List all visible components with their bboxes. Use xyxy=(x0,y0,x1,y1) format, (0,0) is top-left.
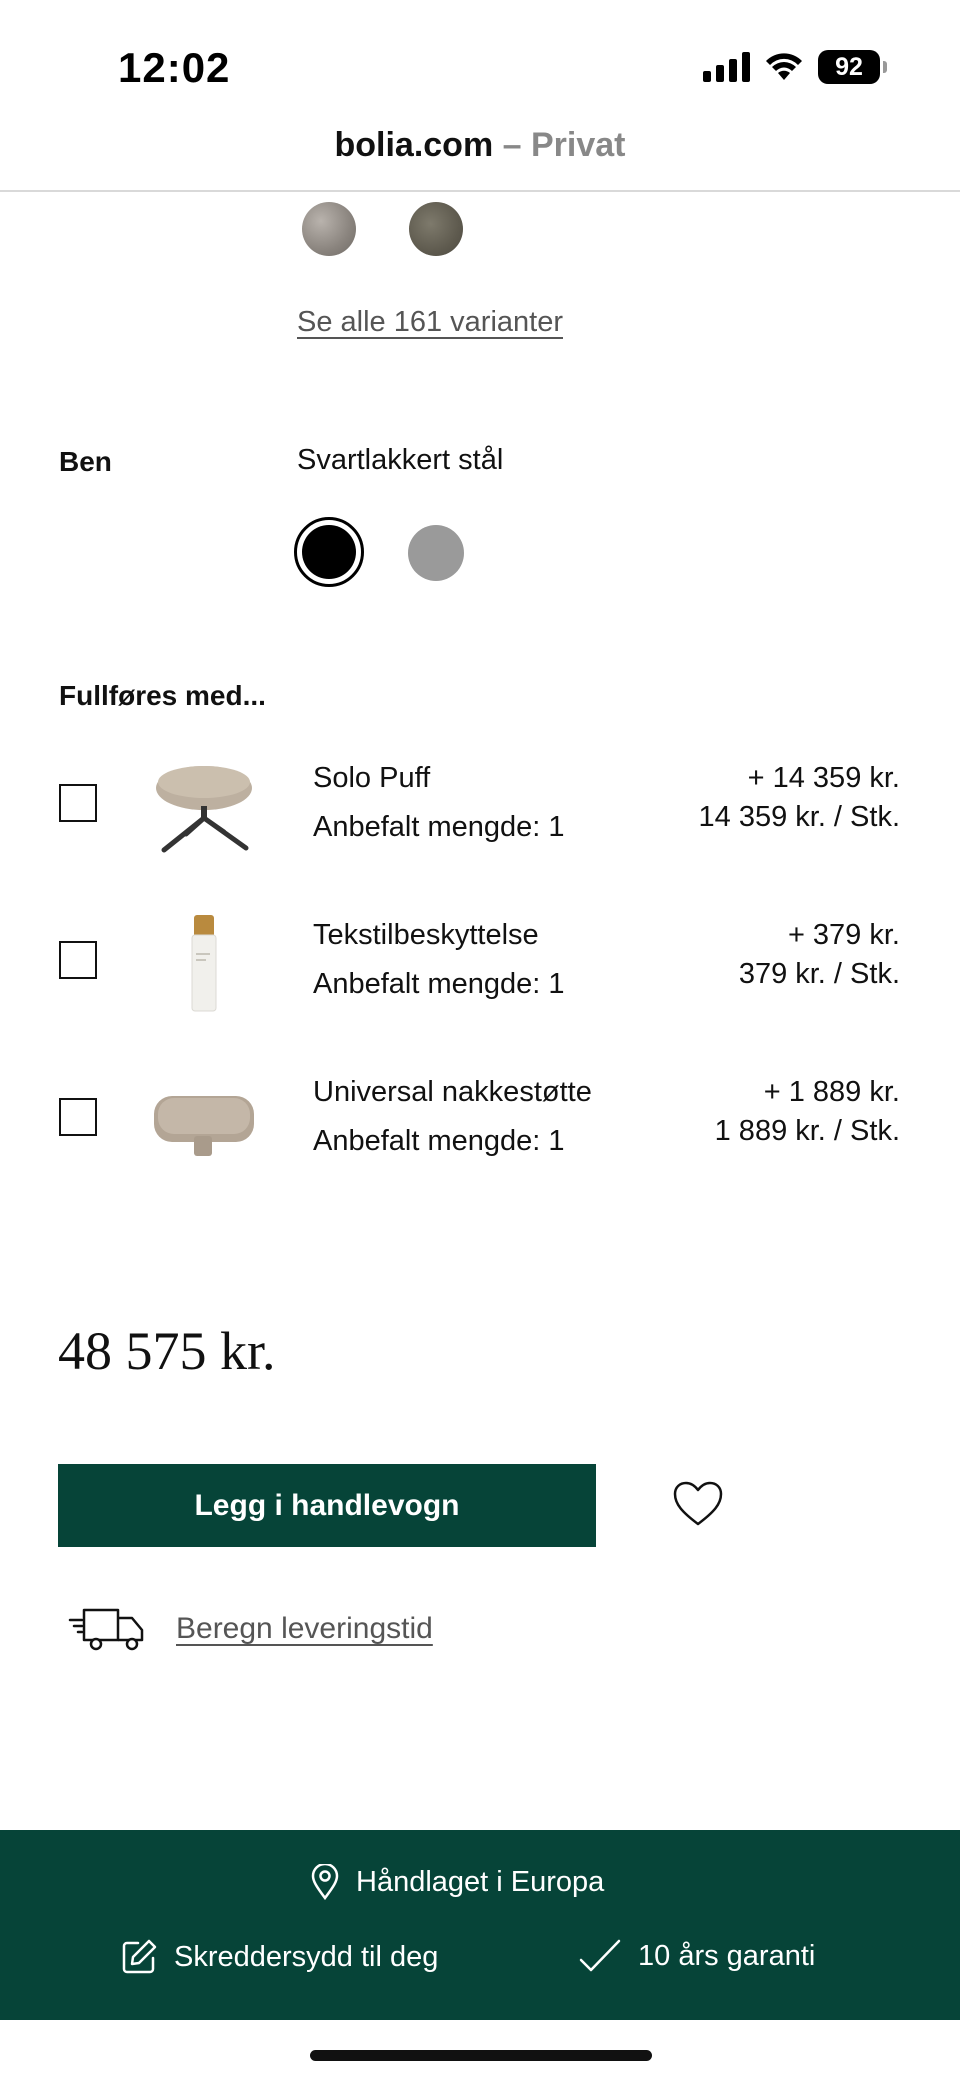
addon-checkbox[interactable] xyxy=(59,784,97,822)
addon-price: + 14 359 kr. xyxy=(747,762,900,794)
addon-row: Universal nakkestøtte Anbefalt mengde: 1… xyxy=(0,1066,960,1186)
addon-checkbox[interactable] xyxy=(59,1098,97,1136)
usp-handmade: Håndlaget i Europa xyxy=(310,1864,604,1900)
usp-banner: Håndlaget i Europa Skreddersydd til deg … xyxy=(0,1830,960,2020)
addon-row: Solo Puff Anbefalt mengde: 1 + 14 359 kr… xyxy=(0,752,960,872)
addon-row: Tekstilbeskyttelse Anbefalt mengde: 1 + … xyxy=(0,909,960,1029)
addon-unit-price: 14 359 kr. / Stk. xyxy=(698,801,901,833)
usp-guarantee: 10 års garanti xyxy=(578,1938,815,1974)
leg-swatch-black-selected[interactable] xyxy=(294,517,364,587)
wifi-icon xyxy=(766,53,802,80)
home-indicator[interactable] xyxy=(310,2050,652,2061)
url-domain: bolia.com xyxy=(334,126,494,164)
heart-icon[interactable] xyxy=(672,1480,724,1528)
edit-icon xyxy=(122,1939,157,1974)
usp-custom-text: Skreddersydd til deg xyxy=(174,1940,439,1973)
battery-icon: 92 xyxy=(818,50,887,84)
url-suffix: – Privat xyxy=(493,126,626,164)
see-all-variants-link[interactable]: Se alle 161 varianter xyxy=(297,306,563,339)
addon-name: Tekstilbeskyttelse xyxy=(313,919,539,951)
status-bar: 12:02 92 xyxy=(0,0,960,120)
chair-icon xyxy=(156,766,252,853)
headrest-icon xyxy=(154,1096,254,1156)
url-bar[interactable]: bolia.com – Privat xyxy=(0,126,960,192)
addon-unit-price: 1 889 kr. / Stk. xyxy=(714,1115,900,1147)
truck-icon xyxy=(68,1608,144,1651)
status-icons: 92 xyxy=(703,50,887,84)
addon-price: + 379 kr. xyxy=(787,919,900,951)
usp-handmade-text: Håndlaget i Europa xyxy=(356,1865,605,1898)
fabric-swatch-grey[interactable] xyxy=(302,202,356,256)
cellular-signal-icon xyxy=(703,52,750,82)
addon-price: + 1 889 kr. xyxy=(763,1076,900,1108)
addons-heading: Fullføres med... xyxy=(59,680,266,711)
total-price: 48 575 kr. xyxy=(58,1321,276,1381)
addon-unit-price: 379 kr. / Stk. xyxy=(738,958,900,990)
leg-swatch-grey[interactable] xyxy=(408,525,464,581)
add-to-cart-button[interactable]: Legg i handlevogn xyxy=(58,1464,596,1547)
addon-quantity: Anbefalt mengde: 1 xyxy=(313,1125,565,1157)
addon-checkbox[interactable] xyxy=(59,941,97,979)
checkmark-icon xyxy=(579,1939,621,1972)
addon-name: Solo Puff xyxy=(313,762,431,794)
usp-custom: Skreddersydd til deg xyxy=(120,1938,438,1976)
legs-selected-value: Svartlakkert stål xyxy=(297,444,504,476)
addon-name: Universal nakkestøtte xyxy=(313,1076,592,1108)
addon-quantity: Anbefalt mengde: 1 xyxy=(313,968,565,1000)
spray-bottle-icon xyxy=(191,915,217,1012)
usp-guarantee-text: 10 års garanti xyxy=(638,1939,816,1972)
delivery-row: Beregn leveringstid xyxy=(68,1604,433,1654)
fabric-swatch-olive[interactable] xyxy=(409,202,463,256)
location-pin-icon xyxy=(311,1864,339,1900)
status-time: 12:02 xyxy=(118,44,231,91)
addon-quantity: Anbefalt mengde: 1 xyxy=(313,811,565,843)
legs-label: Ben xyxy=(59,446,112,477)
calculate-delivery-link[interactable]: Beregn leveringstid xyxy=(176,1612,433,1646)
battery-level: 92 xyxy=(835,52,863,81)
